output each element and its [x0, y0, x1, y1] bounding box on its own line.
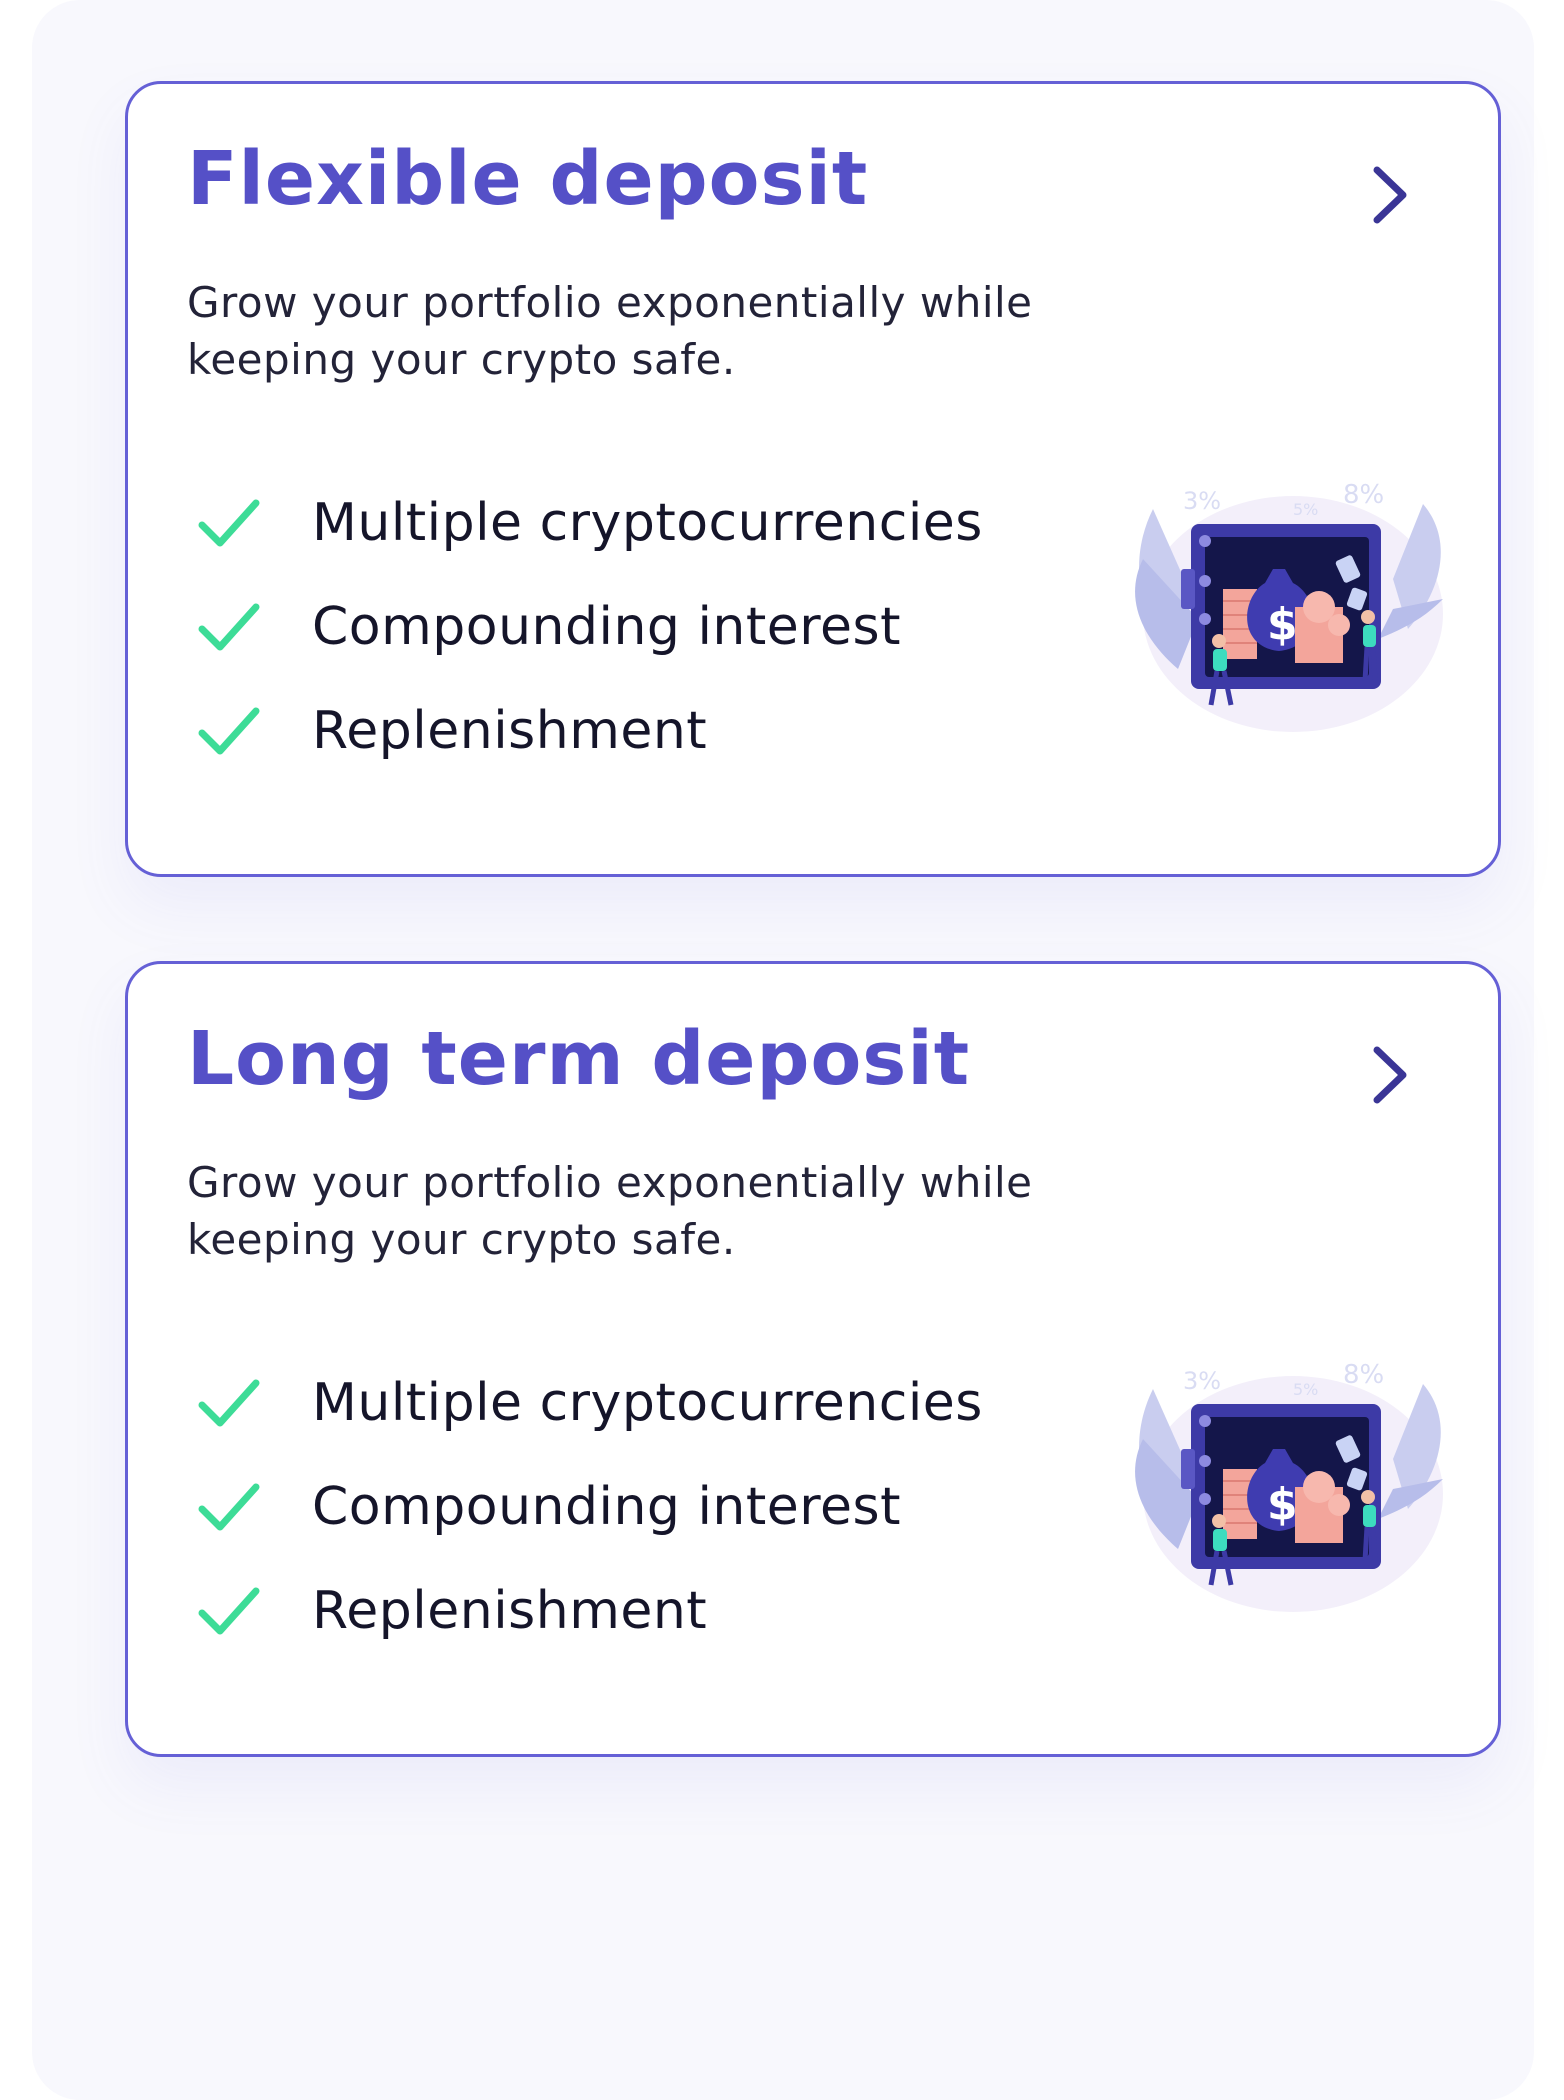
feature-label: Compounding interest — [312, 597, 901, 657]
illustration-label: 3% — [1183, 487, 1221, 515]
deposit-card-long-term[interactable]: Long term deposit Grow your portfolio ex… — [125, 961, 1501, 1757]
check-icon — [198, 707, 260, 755]
page-background: Flexible deposit Grow your portfolio exp… — [32, 0, 1534, 2100]
feature-item: Multiple cryptocurrencies — [196, 1351, 983, 1455]
feature-list: Multiple cryptocurrencies Compounding in… — [196, 1351, 983, 1663]
feature-label: Multiple cryptocurrencies — [312, 493, 983, 553]
chevron-right-icon[interactable] — [1361, 1040, 1421, 1110]
illustration-label: 8% — [1343, 480, 1384, 510]
safe-illustration: 3% 5% 8% $ — [1135, 1360, 1443, 1612]
feature-label: Replenishment — [312, 1581, 708, 1641]
feature-item: Replenishment — [196, 679, 983, 783]
illustration-label: 5% — [1293, 1380, 1318, 1399]
feature-label: Multiple cryptocurrencies — [312, 1373, 983, 1433]
illustration-label: 8% — [1343, 1360, 1384, 1390]
feature-list: Multiple cryptocurrencies Compounding in… — [196, 471, 983, 783]
card-description: Grow your portfolio exponentially while … — [187, 278, 1033, 384]
chevron-right-icon[interactable] — [1361, 160, 1421, 230]
svg-text:$: $ — [1267, 1479, 1298, 1530]
safe-illustration: 3% 5% 8% $ — [1135, 480, 1443, 732]
check-icon — [198, 1587, 260, 1635]
feature-item: Compounding interest — [196, 575, 983, 679]
check-icon — [198, 1379, 260, 1427]
check-icon — [198, 1483, 260, 1531]
illustration-label: 3% — [1183, 1367, 1221, 1395]
card-description: Grow your portfolio exponentially while … — [187, 1158, 1033, 1264]
feature-item: Replenishment — [196, 1559, 983, 1663]
svg-text:$: $ — [1267, 599, 1298, 650]
feature-label: Replenishment — [312, 701, 708, 761]
feature-label: Compounding interest — [312, 1477, 901, 1537]
check-icon — [198, 499, 260, 547]
check-icon — [198, 603, 260, 651]
feature-item: Multiple cryptocurrencies — [196, 471, 983, 575]
illustration-label: 5% — [1293, 500, 1318, 519]
deposit-card-flexible[interactable]: Flexible deposit Grow your portfolio exp… — [125, 81, 1501, 877]
card-title: Flexible deposit — [187, 136, 869, 222]
feature-item: Compounding interest — [196, 1455, 983, 1559]
card-title: Long term deposit — [187, 1016, 971, 1102]
